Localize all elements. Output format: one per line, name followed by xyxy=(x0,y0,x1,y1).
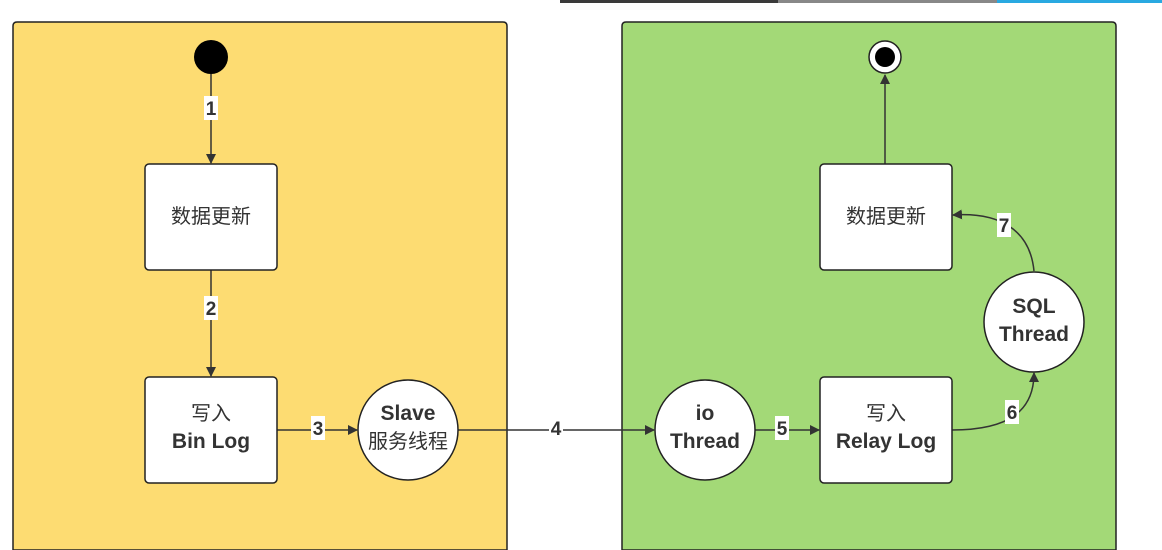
edge-label-3: 3 xyxy=(313,419,324,440)
relaylog-label-2: Relay Log xyxy=(836,430,936,453)
sql-thread-label-1: SQL xyxy=(1012,295,1055,318)
master-update-label: 数据更新 xyxy=(171,205,251,228)
edge-label-6: 6 xyxy=(1007,403,1018,424)
edge-label-7: 7 xyxy=(999,216,1010,237)
io-thread-label-1: io xyxy=(696,402,715,425)
relaylog-label-1: 写入 xyxy=(866,403,906,425)
sql-thread-label-2: Thread xyxy=(999,323,1069,346)
progress-blue xyxy=(997,0,1162,3)
progress-dark xyxy=(560,0,778,3)
end-node-core xyxy=(875,47,895,67)
edge-label-5: 5 xyxy=(777,419,788,440)
io-thread-label-2: Thread xyxy=(670,430,740,453)
edge-label-2: 2 xyxy=(206,299,217,320)
progress-grey xyxy=(778,0,997,3)
edge-label-1: 1 xyxy=(206,99,217,120)
slave-thread-label-1: Slave xyxy=(381,402,436,425)
start-node xyxy=(194,40,228,74)
sql-thread-node xyxy=(983,271,1085,373)
slave-thread-node xyxy=(357,379,459,481)
edge-label-4: 4 xyxy=(551,419,562,440)
binlog-label-1: 写入 xyxy=(191,403,231,425)
slave-update-label: 数据更新 xyxy=(846,205,926,228)
binlog-label-2: Bin Log xyxy=(172,430,250,453)
replication-diagram: 1 2 3 4 5 6 7 数据更新 写入 Bin Log Slave 服务线程… xyxy=(12,0,1162,550)
slave-thread-label-2: 服务线程 xyxy=(368,430,448,453)
